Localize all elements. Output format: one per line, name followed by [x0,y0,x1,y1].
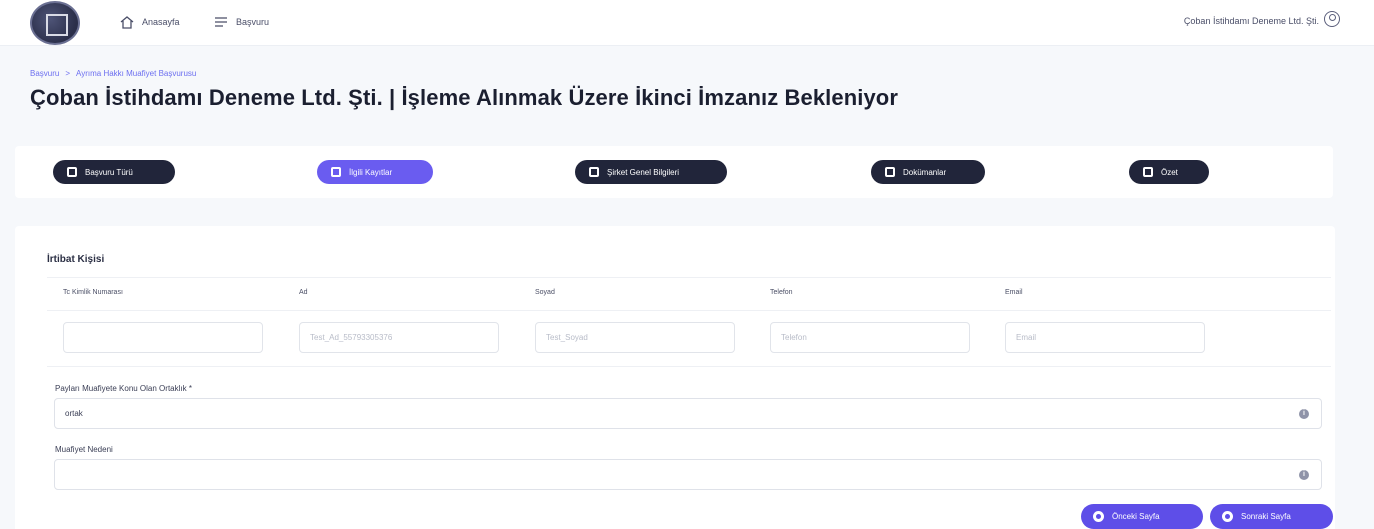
previous-page-button[interactable]: Önceki Sayfa [1081,504,1203,529]
step-square-icon [885,167,895,177]
step-square-icon [67,167,77,177]
step-square-icon [1143,167,1153,177]
nav-home-label: Anasayfa [142,17,180,27]
col-label-telefon: Telefon [770,289,793,296]
step-label: Özet [1161,167,1178,177]
circle-dot-icon [1093,511,1104,522]
next-page-label: Sonraki Sayfa [1241,512,1291,521]
breadcrumb-item-current[interactable]: Ayrıma Hakkı Muafiyet Başvurusu [76,69,196,78]
col-label-email: Email [1005,289,1023,296]
exemption-reason-label: Muafiyet Nedeni [55,445,113,454]
step-label: İlgili Kayıtlar [349,167,393,177]
step-label: Başvuru Türü [85,167,133,177]
ad-input[interactable]: Test_Ad_55793305376 [299,322,499,353]
partnership-label: Payları Muafiyete Konu Olan Ortaklık * [55,384,192,393]
breadcrumb-item-basvuru[interactable]: Başvuru [30,69,59,78]
previous-page-label: Önceki Sayfa [1112,512,1160,521]
tc-kimlik-input[interactable] [63,322,263,353]
home-icon [120,15,134,29]
col-label-tc: Tc Kimlik Numarası [63,289,123,296]
step-ilgili-kayitlar[interactable]: İlgili Kayıtlar [317,160,433,184]
page-title: Çoban İstihdamı Deneme Ltd. Şti. | İşlem… [30,85,899,110]
partnership-value: ortak [65,409,83,418]
step-basvuru-turu[interactable]: Başvuru Türü [53,160,175,184]
user-name[interactable]: Çoban İstihdamı Deneme Ltd. Şti. [1184,16,1319,26]
app-logo[interactable] [30,1,80,45]
email-input[interactable]: Email [1005,322,1205,353]
row-divider [47,366,1331,367]
step-tabs: Başvuru Türü İlgili Kayıtlar Şirket Gene… [15,146,1333,198]
info-icon[interactable]: i [1299,409,1309,419]
step-sirket-genel-bilgileri[interactable]: Şirket Genel Bilgileri [575,160,727,184]
circle-dot-icon [1222,511,1233,522]
section-divider [47,277,1331,278]
info-icon[interactable]: i [1299,470,1309,480]
step-square-icon [589,167,599,177]
breadcrumb-separator: > [65,69,71,78]
user-circle-icon[interactable] [1324,11,1340,27]
top-bar: Anasayfa Başvuru Çoban İstihdamı Deneme … [0,0,1374,46]
partnership-input[interactable]: ortak i [54,398,1322,429]
menu-lines-icon [215,17,227,27]
nav-basvuru[interactable]: Başvuru [214,13,269,31]
step-square-icon [331,167,341,177]
col-label-soyad: Soyad [535,289,555,296]
col-label-ad: Ad [299,289,308,296]
soyad-input[interactable]: Test_Soyad [535,322,735,353]
nav-basvuru-label: Başvuru [236,17,270,27]
row-divider [47,310,1331,311]
exemption-reason-input[interactable]: i [54,459,1322,490]
nav-home[interactable]: Anasayfa [120,13,180,31]
step-dokumanlar[interactable]: Dokümanlar [871,160,985,184]
breadcrumb: Başvuru > Ayrıma Hakkı Muafiyet Başvurus… [30,69,196,78]
telefon-input[interactable]: Telefon [770,322,970,353]
step-label: Şirket Genel Bilgileri [607,167,680,177]
next-page-button[interactable]: Sonraki Sayfa [1210,504,1333,529]
step-ozet[interactable]: Özet [1129,160,1209,184]
step-label: Dokümanlar [903,167,947,177]
contact-section-title: İrtibat Kişisi [47,254,105,265]
